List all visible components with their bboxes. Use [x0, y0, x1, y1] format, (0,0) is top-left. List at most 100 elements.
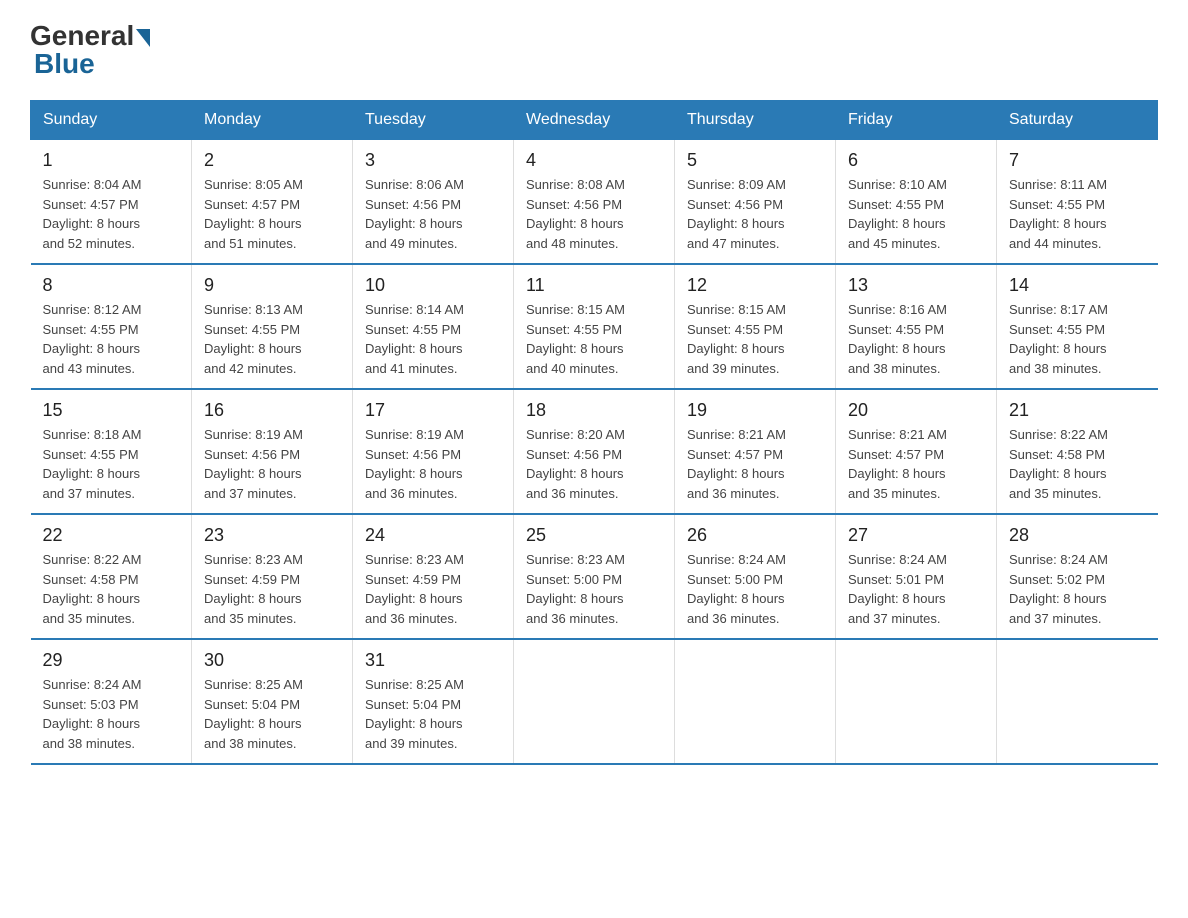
calendar-day-cell: 6 Sunrise: 8:10 AM Sunset: 4:55 PM Dayli… — [836, 140, 997, 265]
day-number: 20 — [848, 400, 984, 421]
weekday-header-saturday: Saturday — [997, 101, 1158, 140]
day-number: 5 — [687, 150, 823, 171]
weekday-header-monday: Monday — [192, 101, 353, 140]
calendar-day-cell: 27 Sunrise: 8:24 AM Sunset: 5:01 PM Dayl… — [836, 514, 997, 639]
calendar-day-cell: 21 Sunrise: 8:22 AM Sunset: 4:58 PM Dayl… — [997, 389, 1158, 514]
calendar-day-cell: 28 Sunrise: 8:24 AM Sunset: 5:02 PM Dayl… — [997, 514, 1158, 639]
calendar-day-cell: 8 Sunrise: 8:12 AM Sunset: 4:55 PM Dayli… — [31, 264, 192, 389]
day-number: 28 — [1009, 525, 1146, 546]
logo-arrow-icon — [136, 29, 150, 47]
day-info: Sunrise: 8:09 AM Sunset: 4:56 PM Dayligh… — [687, 175, 823, 253]
day-info: Sunrise: 8:25 AM Sunset: 5:04 PM Dayligh… — [204, 675, 340, 753]
calendar-week-row: 29 Sunrise: 8:24 AM Sunset: 5:03 PM Dayl… — [31, 639, 1158, 764]
day-number: 15 — [43, 400, 180, 421]
day-number: 27 — [848, 525, 984, 546]
page-header: General Blue — [30, 20, 1158, 80]
calendar-day-cell — [836, 639, 997, 764]
calendar-day-cell: 12 Sunrise: 8:15 AM Sunset: 4:55 PM Dayl… — [675, 264, 836, 389]
day-info: Sunrise: 8:24 AM Sunset: 5:00 PM Dayligh… — [687, 550, 823, 628]
weekday-header-wednesday: Wednesday — [514, 101, 675, 140]
calendar-day-cell: 23 Sunrise: 8:23 AM Sunset: 4:59 PM Dayl… — [192, 514, 353, 639]
calendar-day-cell: 16 Sunrise: 8:19 AM Sunset: 4:56 PM Dayl… — [192, 389, 353, 514]
calendar-day-cell: 22 Sunrise: 8:22 AM Sunset: 4:58 PM Dayl… — [31, 514, 192, 639]
weekday-header-thursday: Thursday — [675, 101, 836, 140]
calendar-day-cell: 31 Sunrise: 8:25 AM Sunset: 5:04 PM Dayl… — [353, 639, 514, 764]
weekday-header-sunday: Sunday — [31, 101, 192, 140]
day-number: 3 — [365, 150, 501, 171]
day-info: Sunrise: 8:23 AM Sunset: 5:00 PM Dayligh… — [526, 550, 662, 628]
calendar-day-cell: 20 Sunrise: 8:21 AM Sunset: 4:57 PM Dayl… — [836, 389, 997, 514]
day-info: Sunrise: 8:24 AM Sunset: 5:02 PM Dayligh… — [1009, 550, 1146, 628]
logo-blue-text: Blue — [34, 48, 95, 80]
day-number: 18 — [526, 400, 662, 421]
day-info: Sunrise: 8:22 AM Sunset: 4:58 PM Dayligh… — [43, 550, 180, 628]
day-number: 22 — [43, 525, 180, 546]
calendar-day-cell — [675, 639, 836, 764]
day-info: Sunrise: 8:06 AM Sunset: 4:56 PM Dayligh… — [365, 175, 501, 253]
day-number: 14 — [1009, 275, 1146, 296]
day-info: Sunrise: 8:15 AM Sunset: 4:55 PM Dayligh… — [526, 300, 662, 378]
calendar-day-cell: 9 Sunrise: 8:13 AM Sunset: 4:55 PM Dayli… — [192, 264, 353, 389]
calendar-week-row: 15 Sunrise: 8:18 AM Sunset: 4:55 PM Dayl… — [31, 389, 1158, 514]
day-info: Sunrise: 8:25 AM Sunset: 5:04 PM Dayligh… — [365, 675, 501, 753]
calendar-day-cell: 2 Sunrise: 8:05 AM Sunset: 4:57 PM Dayli… — [192, 140, 353, 265]
day-number: 23 — [204, 525, 340, 546]
weekday-header-friday: Friday — [836, 101, 997, 140]
calendar-day-cell: 17 Sunrise: 8:19 AM Sunset: 4:56 PM Dayl… — [353, 389, 514, 514]
day-number: 17 — [365, 400, 501, 421]
day-number: 25 — [526, 525, 662, 546]
day-info: Sunrise: 8:21 AM Sunset: 4:57 PM Dayligh… — [687, 425, 823, 503]
day-info: Sunrise: 8:13 AM Sunset: 4:55 PM Dayligh… — [204, 300, 340, 378]
day-number: 6 — [848, 150, 984, 171]
calendar-day-cell: 19 Sunrise: 8:21 AM Sunset: 4:57 PM Dayl… — [675, 389, 836, 514]
day-number: 29 — [43, 650, 180, 671]
day-info: Sunrise: 8:21 AM Sunset: 4:57 PM Dayligh… — [848, 425, 984, 503]
calendar-day-cell: 13 Sunrise: 8:16 AM Sunset: 4:55 PM Dayl… — [836, 264, 997, 389]
day-number: 2 — [204, 150, 340, 171]
day-info: Sunrise: 8:18 AM Sunset: 4:55 PM Dayligh… — [43, 425, 180, 503]
calendar-week-row: 8 Sunrise: 8:12 AM Sunset: 4:55 PM Dayli… — [31, 264, 1158, 389]
day-number: 13 — [848, 275, 984, 296]
calendar-week-row: 1 Sunrise: 8:04 AM Sunset: 4:57 PM Dayli… — [31, 140, 1158, 265]
calendar-day-cell — [997, 639, 1158, 764]
calendar-day-cell: 10 Sunrise: 8:14 AM Sunset: 4:55 PM Dayl… — [353, 264, 514, 389]
calendar-day-cell: 1 Sunrise: 8:04 AM Sunset: 4:57 PM Dayli… — [31, 140, 192, 265]
day-info: Sunrise: 8:16 AM Sunset: 4:55 PM Dayligh… — [848, 300, 984, 378]
calendar-table: SundayMondayTuesdayWednesdayThursdayFrid… — [30, 100, 1158, 765]
day-number: 4 — [526, 150, 662, 171]
calendar-day-cell: 18 Sunrise: 8:20 AM Sunset: 4:56 PM Dayl… — [514, 389, 675, 514]
logo: General Blue — [30, 20, 150, 80]
calendar-day-cell: 4 Sunrise: 8:08 AM Sunset: 4:56 PM Dayli… — [514, 140, 675, 265]
day-info: Sunrise: 8:19 AM Sunset: 4:56 PM Dayligh… — [204, 425, 340, 503]
calendar-day-cell: 24 Sunrise: 8:23 AM Sunset: 4:59 PM Dayl… — [353, 514, 514, 639]
calendar-day-cell: 7 Sunrise: 8:11 AM Sunset: 4:55 PM Dayli… — [997, 140, 1158, 265]
day-number: 7 — [1009, 150, 1146, 171]
day-info: Sunrise: 8:12 AM Sunset: 4:55 PM Dayligh… — [43, 300, 180, 378]
day-info: Sunrise: 8:15 AM Sunset: 4:55 PM Dayligh… — [687, 300, 823, 378]
calendar-day-cell: 11 Sunrise: 8:15 AM Sunset: 4:55 PM Dayl… — [514, 264, 675, 389]
calendar-week-row: 22 Sunrise: 8:22 AM Sunset: 4:58 PM Dayl… — [31, 514, 1158, 639]
day-info: Sunrise: 8:10 AM Sunset: 4:55 PM Dayligh… — [848, 175, 984, 253]
day-info: Sunrise: 8:24 AM Sunset: 5:03 PM Dayligh… — [43, 675, 180, 753]
calendar-day-cell: 29 Sunrise: 8:24 AM Sunset: 5:03 PM Dayl… — [31, 639, 192, 764]
day-number: 10 — [365, 275, 501, 296]
day-number: 8 — [43, 275, 180, 296]
calendar-day-cell: 15 Sunrise: 8:18 AM Sunset: 4:55 PM Dayl… — [31, 389, 192, 514]
calendar-day-cell: 14 Sunrise: 8:17 AM Sunset: 4:55 PM Dayl… — [997, 264, 1158, 389]
calendar-header-row: SundayMondayTuesdayWednesdayThursdayFrid… — [31, 101, 1158, 140]
day-info: Sunrise: 8:17 AM Sunset: 4:55 PM Dayligh… — [1009, 300, 1146, 378]
weekday-header-tuesday: Tuesday — [353, 101, 514, 140]
day-info: Sunrise: 8:20 AM Sunset: 4:56 PM Dayligh… — [526, 425, 662, 503]
day-number: 30 — [204, 650, 340, 671]
day-info: Sunrise: 8:19 AM Sunset: 4:56 PM Dayligh… — [365, 425, 501, 503]
day-info: Sunrise: 8:11 AM Sunset: 4:55 PM Dayligh… — [1009, 175, 1146, 253]
day-info: Sunrise: 8:23 AM Sunset: 4:59 PM Dayligh… — [365, 550, 501, 628]
day-number: 9 — [204, 275, 340, 296]
day-number: 24 — [365, 525, 501, 546]
day-number: 26 — [687, 525, 823, 546]
calendar-day-cell: 25 Sunrise: 8:23 AM Sunset: 5:00 PM Dayl… — [514, 514, 675, 639]
day-info: Sunrise: 8:08 AM Sunset: 4:56 PM Dayligh… — [526, 175, 662, 253]
day-number: 31 — [365, 650, 501, 671]
calendar-day-cell: 3 Sunrise: 8:06 AM Sunset: 4:56 PM Dayli… — [353, 140, 514, 265]
day-info: Sunrise: 8:05 AM Sunset: 4:57 PM Dayligh… — [204, 175, 340, 253]
